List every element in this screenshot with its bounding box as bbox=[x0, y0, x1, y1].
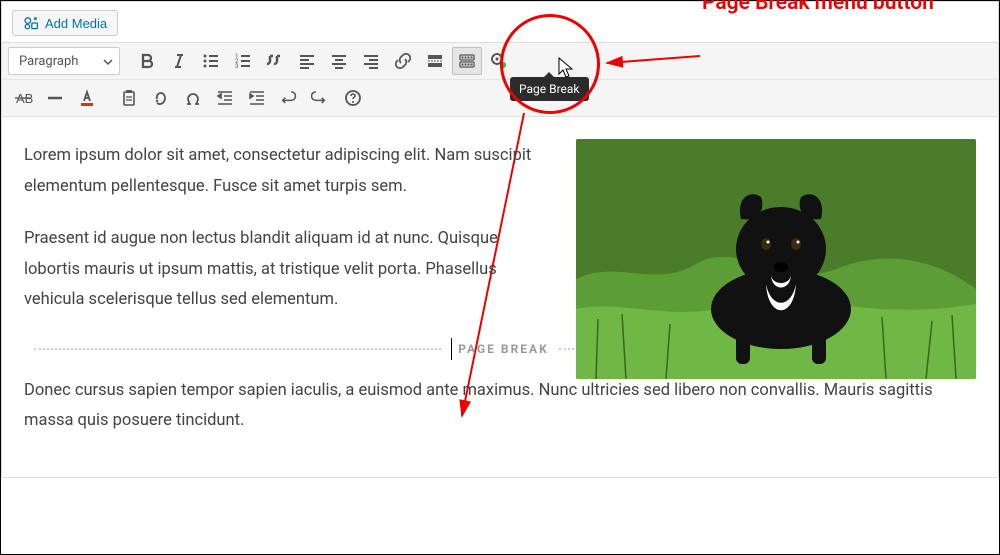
clear-formatting-icon bbox=[151, 88, 171, 108]
paragraph-2: Praesent id augue non lectus blandit ali… bbox=[24, 224, 544, 316]
paragraph-1: Lorem ipsum dolor sit amet, consectetur … bbox=[24, 141, 544, 202]
bullet-list-button[interactable] bbox=[196, 47, 226, 75]
redo-button[interactable] bbox=[306, 84, 336, 112]
read-more-icon bbox=[425, 51, 445, 71]
blockquote-button[interactable] bbox=[260, 47, 290, 75]
text-color-button[interactable] bbox=[72, 84, 102, 112]
italic-icon bbox=[169, 51, 189, 71]
number-list-button[interactable]: 123 bbox=[228, 47, 258, 75]
page-break-label: PAGE BREAK bbox=[458, 338, 548, 360]
toolbar-toggle-button[interactable] bbox=[452, 47, 482, 75]
paragraph-3: Donec cursus sapien tempor sapien iaculi… bbox=[24, 376, 976, 437]
paste-button[interactable] bbox=[114, 84, 144, 112]
read-more-button[interactable] bbox=[420, 47, 450, 75]
align-right-button[interactable] bbox=[356, 47, 386, 75]
add-media-label: Add Media bbox=[45, 16, 107, 31]
text-color-icon bbox=[77, 88, 97, 108]
undo-icon bbox=[279, 88, 299, 108]
align-center-button[interactable] bbox=[324, 47, 354, 75]
editor-container: Add Media Paragraph 123 bbox=[1, 1, 999, 478]
bold-icon bbox=[137, 51, 157, 71]
format-dropdown-label: Paragraph bbox=[19, 54, 78, 69]
paste-icon bbox=[119, 88, 139, 108]
plugins-icon bbox=[489, 51, 509, 71]
bullet-list-icon bbox=[201, 51, 221, 71]
editor-toolbar: Paragraph 123 AB bbox=[2, 43, 998, 117]
align-center-icon bbox=[329, 51, 349, 71]
clear-formatting-button[interactable] bbox=[146, 84, 176, 112]
align-right-icon bbox=[361, 51, 381, 71]
horizontal-rule-button[interactable] bbox=[40, 84, 70, 112]
indent-icon bbox=[247, 88, 267, 108]
bold-button[interactable] bbox=[132, 47, 162, 75]
chevron-down-icon bbox=[103, 56, 113, 66]
editor-content[interactable]: Lorem ipsum dolor sit amet, consectetur … bbox=[2, 117, 998, 477]
toolbar-row-2: ABC bbox=[2, 79, 998, 116]
toolbar-row-1: Paragraph 123 bbox=[2, 43, 998, 79]
blockquote-icon bbox=[265, 51, 285, 71]
link-icon bbox=[393, 51, 413, 71]
special-char-button[interactable] bbox=[178, 84, 208, 112]
svg-text:3: 3 bbox=[235, 63, 238, 70]
strikethrough-button[interactable]: ABC bbox=[8, 84, 38, 112]
horizontal-rule-icon bbox=[45, 88, 65, 108]
special-char-icon bbox=[183, 88, 203, 108]
number-list-icon: 123 bbox=[233, 51, 253, 71]
align-left-icon bbox=[297, 51, 317, 71]
link-button[interactable] bbox=[388, 47, 418, 75]
format-dropdown[interactable]: Paragraph bbox=[8, 47, 120, 75]
strikethrough-icon: ABC bbox=[13, 88, 33, 108]
media-bar: Add Media bbox=[2, 2, 998, 43]
content-image[interactable] bbox=[576, 139, 976, 379]
media-icon bbox=[23, 15, 39, 31]
toolbar-toggle-icon bbox=[457, 51, 477, 71]
indent-button[interactable] bbox=[242, 84, 272, 112]
text-cursor bbox=[451, 338, 452, 360]
plugins-button[interactable] bbox=[484, 47, 514, 75]
add-media-button[interactable]: Add Media bbox=[12, 10, 118, 36]
align-left-button[interactable] bbox=[292, 47, 322, 75]
help-icon bbox=[343, 88, 363, 108]
italic-button[interactable] bbox=[164, 47, 194, 75]
outdent-button[interactable] bbox=[210, 84, 240, 112]
outdent-icon bbox=[215, 88, 235, 108]
help-button[interactable] bbox=[338, 84, 368, 112]
undo-button[interactable] bbox=[274, 84, 304, 112]
redo-icon bbox=[311, 88, 331, 108]
